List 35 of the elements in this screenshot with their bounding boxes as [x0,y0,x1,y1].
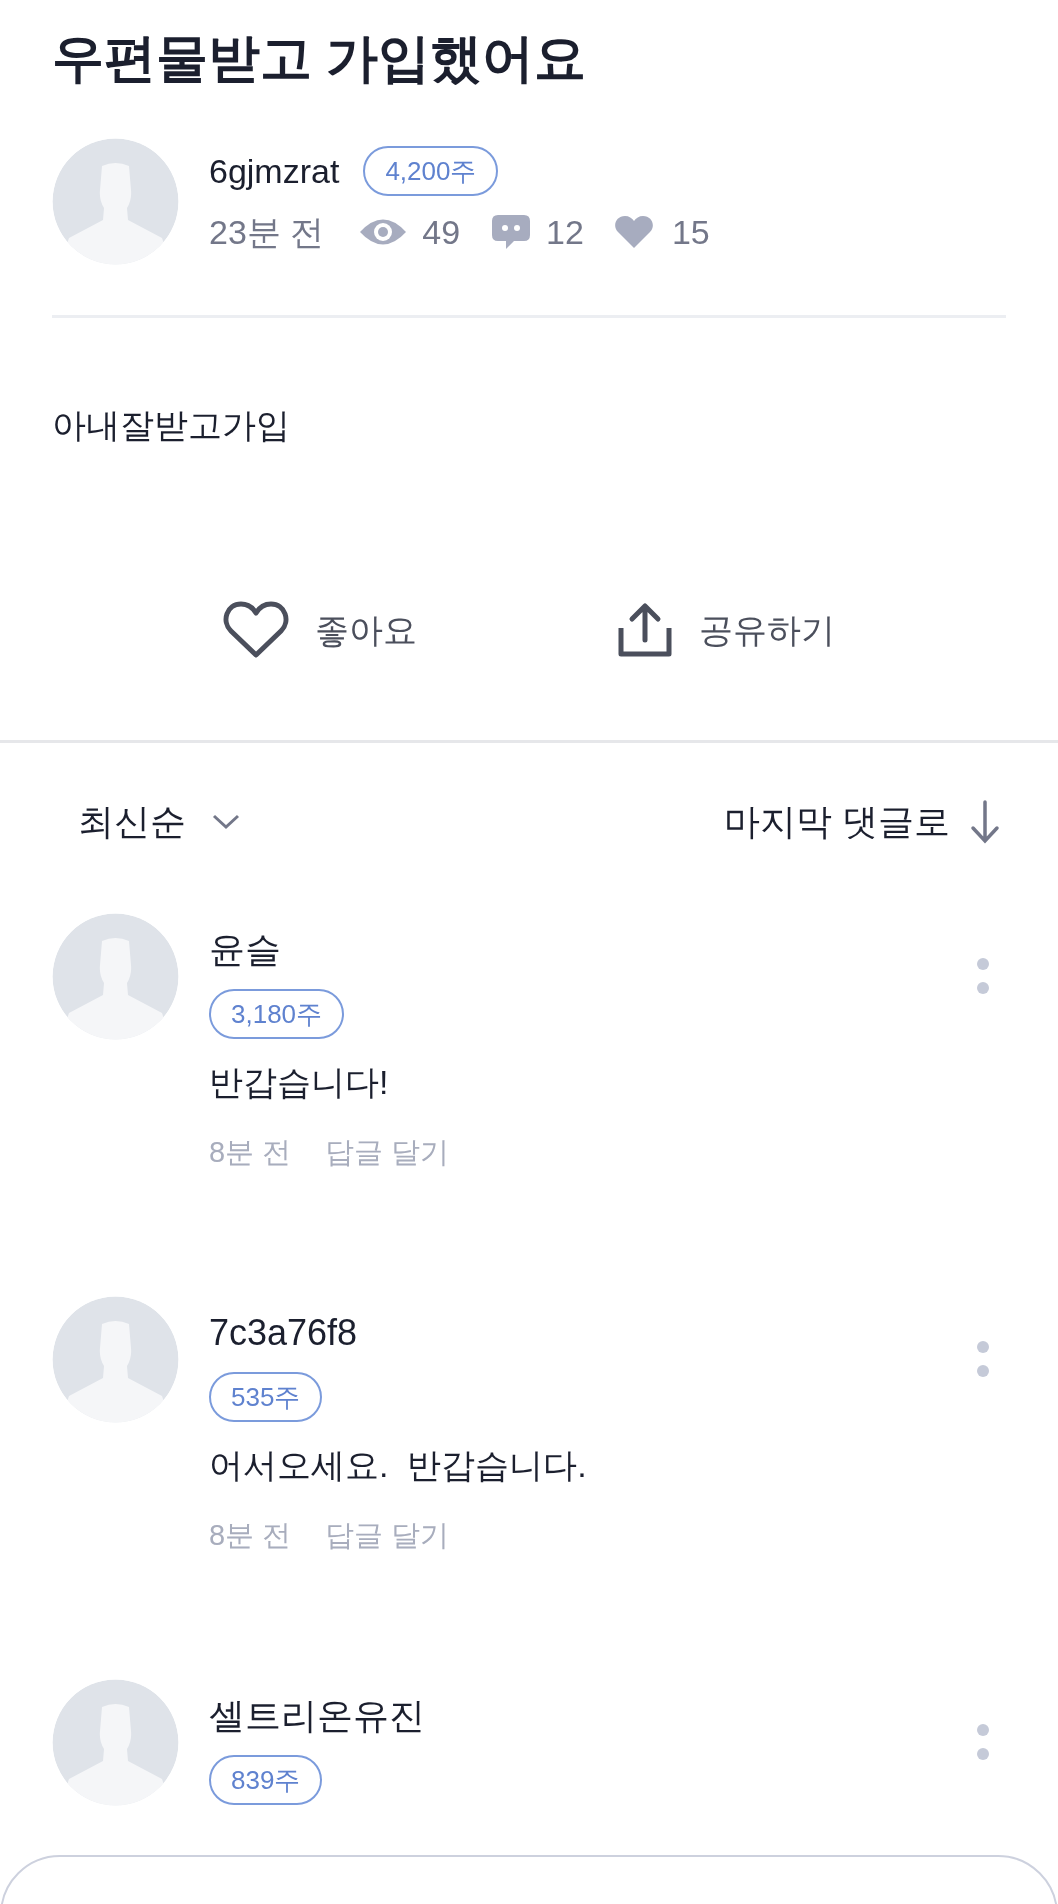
view-count: 49 [422,211,461,253]
more-options-icon[interactable] [976,1340,990,1380]
share-count-badge: 535주 [209,1372,323,1422]
commenter-name[interactable]: 윤슬 [209,925,281,975]
chevron-down-icon [212,814,240,830]
commenter-name[interactable]: 셀트리온유진 [209,1691,425,1741]
post-title: 우편물받고 가입했어요 [52,28,588,89]
avatar-icon [52,913,179,1040]
share-count-badge: 3,180주 [209,989,345,1039]
more-options-icon[interactable] [976,1723,990,1763]
more-options-icon[interactable] [976,957,990,997]
post-time: 23분 전 [209,211,325,253]
author-name[interactable]: 6gjmzrat [209,145,340,197]
avatar-icon [52,1296,179,1423]
share-count-badge: 4,200주 [363,146,499,196]
avatar-icon [52,138,179,265]
avatar-icon [52,1679,179,1806]
share-icon [617,602,673,658]
comment-text: 어서오세요. 반갑습니다. [209,1445,587,1486]
like-count: 15 [671,211,710,253]
commenter-name[interactable]: 7c3a76f8 [209,1308,358,1358]
heart-icon [613,214,654,250]
comment-time: 8분 전 [209,1135,292,1170]
jump-to-last-comment-button[interactable]: 마지막 댓글로 [724,795,1000,849]
arrow-down-icon [970,800,1000,844]
post-body: 아내잘받고가입 [52,405,291,446]
heart-icon [223,601,289,659]
comment-text: 반갑습니다! [209,1062,389,1103]
speech-bubble-icon [490,213,533,251]
share-button[interactable]: 공유하기 [617,602,835,658]
sort-dropdown[interactable]: 최신순 [78,795,240,849]
comment-time: 8분 전 [209,1518,292,1553]
comment-count: 12 [546,211,584,253]
like-button[interactable]: 좋아요 [223,601,417,659]
share-count-badge: 839주 [209,1755,323,1805]
